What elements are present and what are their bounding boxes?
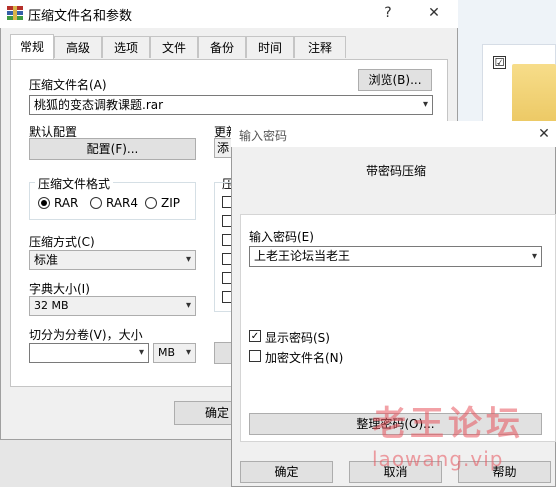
tab-comment[interactable]: 注释 [294, 36, 346, 58]
password-value: 上老王论坛当老王 [254, 249, 351, 263]
password-dialog-title: 输入密码 [239, 129, 288, 143]
split-unit-select[interactable]: MB ▾ [153, 343, 196, 363]
compression-method-label: 压缩方式(C) [29, 235, 95, 249]
winrar-icon [7, 6, 23, 20]
tab-general[interactable]: 常规 [10, 34, 54, 60]
split-volume-input[interactable]: ▾ [29, 343, 149, 363]
tab-files[interactable]: 文件 [150, 36, 198, 58]
tab-advanced[interactable]: 高级 [54, 36, 102, 58]
compression-method-select[interactable]: 标准 ▾ [29, 250, 196, 270]
main-ok-button[interactable]: 确定 [174, 401, 234, 425]
radio-zip-label: ZIP [161, 196, 180, 210]
tab-time[interactable]: 时间 [246, 36, 294, 58]
encrypt-filenames-label: 加密文件名(N) [265, 351, 344, 365]
radio-rar[interactable] [38, 197, 50, 209]
chevron-down-icon: ▾ [138, 347, 144, 358]
watermark-text: 老王论坛 [372, 404, 524, 444]
archive-name-label: 压缩文件名(A) [29, 78, 107, 92]
archive-name-value: 桃狐的变态调教课题.rar [34, 98, 164, 112]
encrypt-filenames-checkbox[interactable] [249, 350, 261, 362]
background-strip [0, 440, 240, 487]
chevron-down-icon: ▾ [185, 300, 191, 311]
watermark-url: laowang.vip [372, 447, 504, 471]
archive-format-label: 压缩文件格式 [35, 175, 114, 192]
archive-name-input[interactable]: 桃狐的变态调教课题.rar ▾ [29, 95, 433, 115]
tab-backup[interactable]: 备份 [198, 36, 246, 58]
config-button[interactable]: 配置(F)... [29, 138, 196, 160]
dictionary-size-value: 32 MB [34, 299, 69, 312]
radio-rar-label: RAR [54, 196, 79, 210]
show-password-checkbox[interactable]: ✓ [249, 330, 261, 342]
dictionary-size-select[interactable]: 32 MB ▾ [29, 296, 196, 316]
chevron-down-icon: ▾ [185, 347, 191, 358]
compression-method-value: 标准 [34, 253, 59, 267]
radio-zip[interactable] [145, 197, 157, 209]
background-checkbox[interactable]: ☑ [493, 56, 506, 69]
radio-rar4[interactable] [90, 197, 102, 209]
password-label: 输入密码(E) [249, 230, 314, 244]
split-unit-value: MB [158, 346, 176, 359]
password-heading: 带密码压缩 [366, 164, 427, 178]
dictionary-size-label: 字典大小(I) [29, 282, 90, 296]
split-volume-label: 切分为分卷(V)，大小 [29, 328, 143, 342]
password-input[interactable]: 上老王论坛当老王 ▾ [249, 246, 542, 267]
archive-dialog-title: 压缩文件名和参数 [28, 9, 133, 24]
close-icon[interactable]: ✕ [420, 2, 448, 24]
chevron-down-icon: ▾ [422, 99, 428, 110]
radio-rar4-label: RAR4 [106, 196, 139, 210]
browse-button[interactable]: 浏览(B)... [358, 69, 432, 91]
chevron-down-icon: ▾ [531, 251, 537, 262]
password-ok-button[interactable]: 确定 [240, 461, 333, 483]
show-password-label: 显示密码(S) [265, 331, 330, 345]
close-icon[interactable]: ✕ [532, 123, 556, 145]
chevron-down-icon: ▾ [185, 254, 191, 265]
help-icon[interactable]: ? [374, 2, 402, 24]
tab-options[interactable]: 选项 [102, 36, 150, 58]
